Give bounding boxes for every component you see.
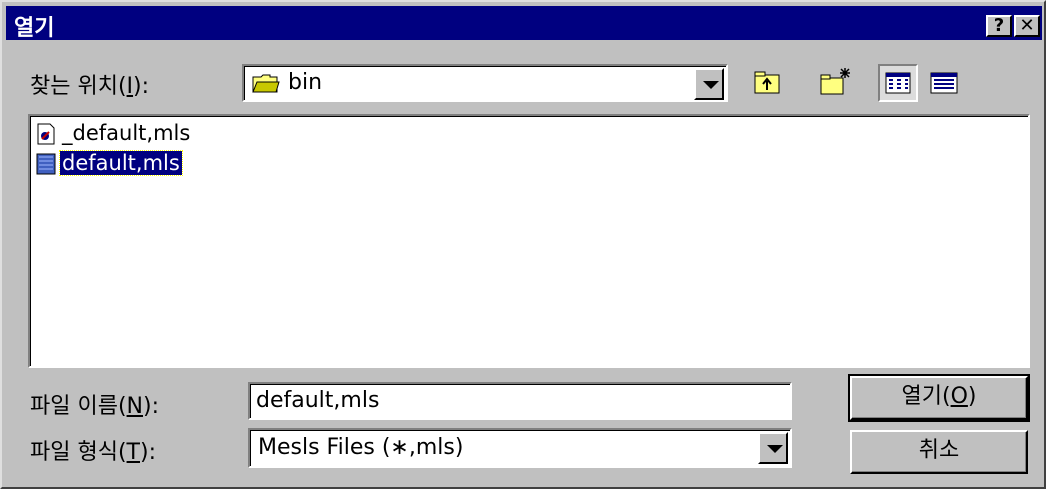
file-name-input[interactable]: default,mls: [248, 382, 792, 420]
file-name: _default,mls: [62, 121, 191, 145]
list-view-button[interactable]: [878, 64, 918, 102]
file-list[interactable]: _default,mls default,mls: [28, 114, 1030, 368]
file-type-combobox[interactable]: Mesls Files (∗,mls): [248, 428, 792, 468]
file-type-value: Mesls Files (∗,mls): [258, 435, 464, 460]
look-in-combobox[interactable]: bin: [242, 64, 728, 102]
file-type-label: 파일 형식(T):: [30, 440, 156, 465]
file-type-dropdown-button[interactable]: [758, 432, 788, 464]
title-bar: 열기: [6, 6, 1042, 41]
details-view-icon: [930, 72, 958, 94]
file-name-label: 파일 이름(N):: [30, 394, 160, 419]
folder-icon: [252, 74, 280, 93]
open-button[interactable]: 열기(O): [848, 374, 1030, 422]
look-in-dropdown-button[interactable]: [694, 68, 724, 100]
close-icon: ✕: [1019, 15, 1035, 36]
file-list-item-selected[interactable]: default,mls: [36, 150, 183, 178]
look-in-label: 찾는 위치(I):: [30, 74, 150, 99]
look-in-value: bin: [288, 70, 323, 95]
list-view-icon: [885, 72, 911, 94]
file-icon: [37, 123, 55, 145]
create-new-folder-button[interactable]: [814, 64, 854, 102]
details-view-button[interactable]: [924, 64, 964, 102]
new-folder-icon: [820, 68, 850, 95]
cancel-button[interactable]: 취소: [850, 430, 1028, 474]
up-one-level-button[interactable]: [746, 64, 786, 102]
open-dialog: 열기 ? ✕ 찾는 위치(I): bin _default,mls defaul…: [0, 0, 1046, 489]
file-name-input-value: default,mls: [256, 388, 380, 413]
file-list-item[interactable]: _default,mls: [36, 120, 192, 148]
file-name: default,mls: [59, 150, 183, 176]
up-folder-icon: [754, 71, 780, 94]
dialog-title: 열기: [14, 16, 55, 41]
file-icon: [36, 153, 56, 175]
close-button[interactable]: ✕: [1014, 15, 1040, 37]
help-button[interactable]: ?: [986, 15, 1012, 37]
help-icon: ?: [993, 15, 1005, 36]
